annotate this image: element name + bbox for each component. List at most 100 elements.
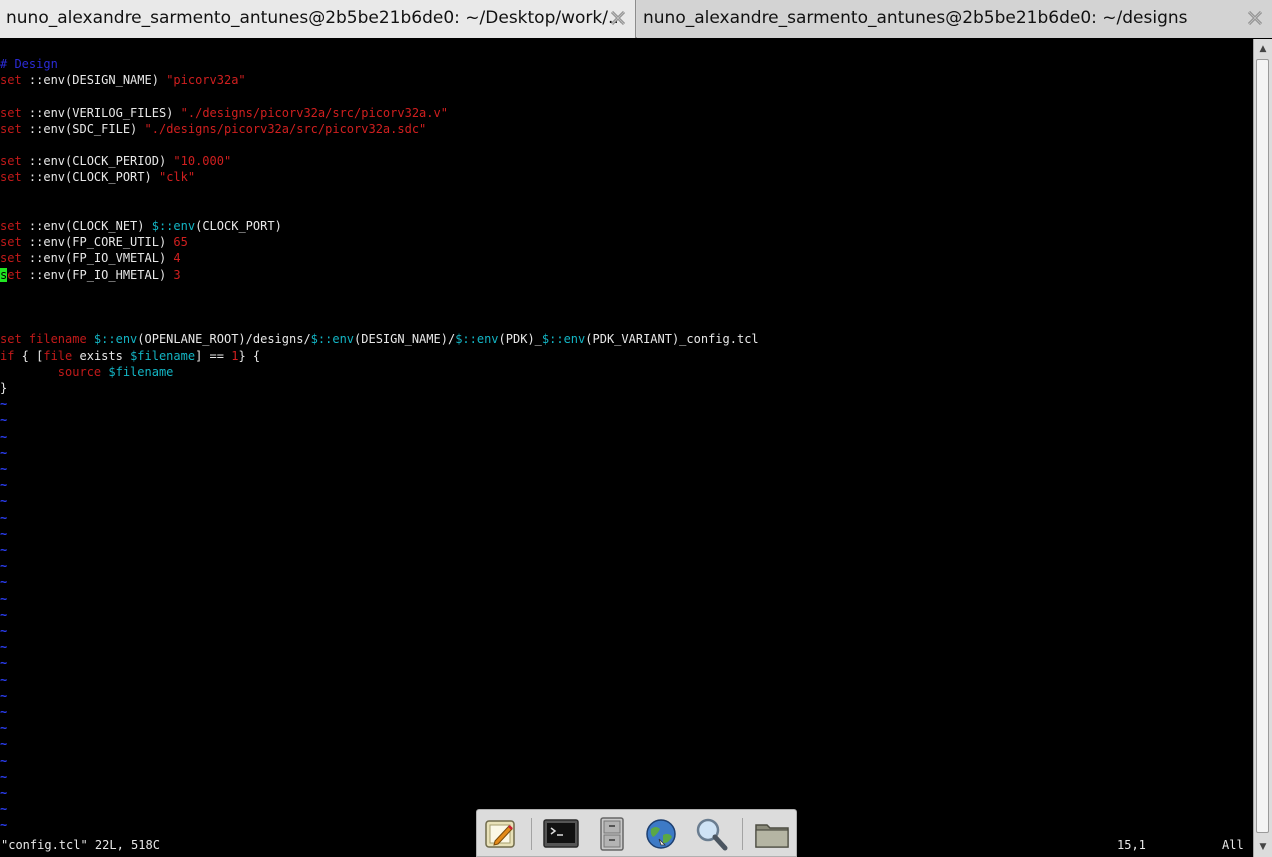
code-token: (PDK)_ <box>498 332 542 347</box>
code-line: set ::env(CLOCK_PERIOD) "10.000" <box>0 153 231 169</box>
code-line: set ::env(CLOCK_NET) $::env(CLOCK_PORT) <box>0 218 282 234</box>
code-token: ::env(FP_IO_HMETAL) <box>21 267 174 282</box>
tab-desktop-work[interactable]: nuno_alexandre_sarmento_antunes@2b5be21b… <box>0 0 636 38</box>
code-line: set ::env(VERILOG_FILES) "./designs/pico… <box>0 105 448 121</box>
folder-icon[interactable] <box>754 817 790 851</box>
code-token: set <box>0 219 22 233</box>
code-token: ::env(FP_CORE_UTIL) <box>21 235 174 250</box>
code-token: "./designs/picorv32a/src/picorv32a.sdc" <box>144 121 427 136</box>
code-line: set filename $::env(OPENLANE_ROOT)/desig… <box>0 331 759 347</box>
code-token: set <box>0 105 22 120</box>
code-token: 4 <box>173 251 181 266</box>
code-token: et <box>7 267 22 282</box>
empty-line-marker: ~ <box>0 737 8 752</box>
empty-line-marker: ~ <box>0 559 8 574</box>
empty-line-marker: ~ <box>0 462 8 476</box>
code-token: ::env(CLOCK_PORT) <box>21 170 159 185</box>
empty-line-marker: ~ <box>0 591 8 606</box>
scroll-up-icon[interactable]: ▲ <box>1255 41 1271 57</box>
close-icon[interactable] <box>1246 9 1264 27</box>
code-line: set ::env(SDC_FILE) "./designs/picorv32a… <box>0 121 426 137</box>
search-icon[interactable] <box>693 817 729 851</box>
code-token: { [ <box>14 348 44 363</box>
code-line: set ::env(FP_IO_VMETAL) 4 <box>0 250 181 266</box>
code-token: (CLOCK_PORT) <box>195 219 282 233</box>
code-token: set <box>0 170 22 185</box>
dock-separator <box>742 818 743 850</box>
empty-line-marker: ~ <box>0 575 8 590</box>
code-token: ::env(DESIGN_NAME) <box>21 73 167 88</box>
empty-line-marker: ~ <box>0 413 8 428</box>
empty-line-marker: ~ <box>0 397 8 412</box>
code-token: $filename <box>108 364 174 379</box>
text-editor-icon[interactable] <box>483 817 519 851</box>
empty-line-marker: ~ <box>0 478 8 493</box>
code-token: (DESIGN_NAME)/ <box>354 332 456 347</box>
code-token: if <box>0 348 15 363</box>
code-token: set <box>0 154 22 169</box>
scrollbar-thumb[interactable] <box>1256 59 1269 833</box>
code-token: $::env <box>541 332 586 347</box>
code-token: set <box>0 235 22 250</box>
dock <box>476 809 797 857</box>
code-token: set filename <box>0 332 94 347</box>
code-token: source <box>0 364 109 379</box>
code-token: $::env <box>93 332 138 347</box>
empty-line-marker: ~ <box>0 526 8 541</box>
tab-bar: nuno_alexandre_sarmento_antunes@2b5be21b… <box>0 0 1272 38</box>
code-token: ::env(FP_IO_VMETAL) <box>21 251 174 266</box>
code-token: file <box>43 348 73 363</box>
code-token: set <box>0 73 22 88</box>
scroll-indicator: All <box>1222 838 1244 852</box>
vertical-scrollbar[interactable]: ▲ ▼ <box>1253 39 1272 857</box>
code-line: set ::env(FP_IO_HMETAL) 3 <box>0 267 181 283</box>
code-line: if { [file exists $filename] == 1} { <box>0 348 260 364</box>
code-line: set ::env(FP_CORE_UTIL) 65 <box>0 234 188 250</box>
empty-line-marker: ~ <box>0 656 8 671</box>
code-token: (OPENLANE_ROOT)/designs/ <box>137 332 311 347</box>
file-info: "config.tcl" 22L, 518C <box>1 838 160 852</box>
code-line: } <box>0 380 7 396</box>
code-token: set <box>0 251 22 266</box>
code-token: ] == <box>195 348 232 363</box>
empty-line-marker: ~ <box>0 802 8 817</box>
empty-line-marker: ~ <box>0 510 8 525</box>
vim-editor[interactable]: # Design set ::env(DESIGN_NAME) "picorv32… <box>0 39 1253 835</box>
code-token: "picorv32a" <box>166 73 246 88</box>
code-token: $filename <box>130 348 196 363</box>
code-token: 3 <box>173 267 181 282</box>
empty-line-marker: ~ <box>0 753 8 768</box>
empty-line-marker: ~ <box>0 688 8 703</box>
code-token: "./designs/picorv32a/src/picorv32a.v" <box>180 105 448 120</box>
empty-line-marker: ~ <box>0 818 8 833</box>
code-token: } { <box>238 348 261 363</box>
code-token: 65 <box>173 235 188 250</box>
code-token: ::env(CLOCK_NET) <box>21 219 152 233</box>
code-token: } <box>0 381 8 395</box>
web-browser-icon[interactable] <box>643 817 679 851</box>
empty-line-marker: ~ <box>0 624 8 638</box>
file-cabinet-icon[interactable] <box>594 817 630 851</box>
empty-line-marker: ~ <box>0 429 8 444</box>
code-token: (PDK_VARIANT)_config.tcl <box>585 332 759 347</box>
empty-line-marker: ~ <box>0 494 8 509</box>
code-line: source $filename <box>0 364 174 380</box>
tab-designs[interactable]: nuno_alexandre_sarmento_antunes@2b5be21b… <box>637 0 1272 38</box>
empty-line-marker: ~ <box>0 543 8 557</box>
scroll-down-icon[interactable]: ▼ <box>1255 839 1271 855</box>
code-token: $::env <box>455 332 499 347</box>
dock-separator <box>531 818 532 850</box>
empty-line-marker: ~ <box>0 640 8 655</box>
cursor-position: 15,1 <box>1117 838 1146 852</box>
code-line: set ::env(CLOCK_PORT) "clk" <box>0 169 195 185</box>
empty-line-marker: ~ <box>0 786 8 800</box>
terminal-icon[interactable] <box>543 817 579 851</box>
empty-line-marker: ~ <box>0 705 8 719</box>
empty-line-marker: ~ <box>0 445 8 460</box>
empty-line-marker: ~ <box>0 672 8 687</box>
close-icon[interactable] <box>609 9 627 27</box>
tab-title: nuno_alexandre_sarmento_antunes@2b5be21b… <box>643 8 1188 28</box>
code-token: $::env <box>151 219 196 233</box>
code-token: "clk" <box>158 170 196 185</box>
code-token: ::env(VERILOG_FILES) <box>21 105 181 120</box>
